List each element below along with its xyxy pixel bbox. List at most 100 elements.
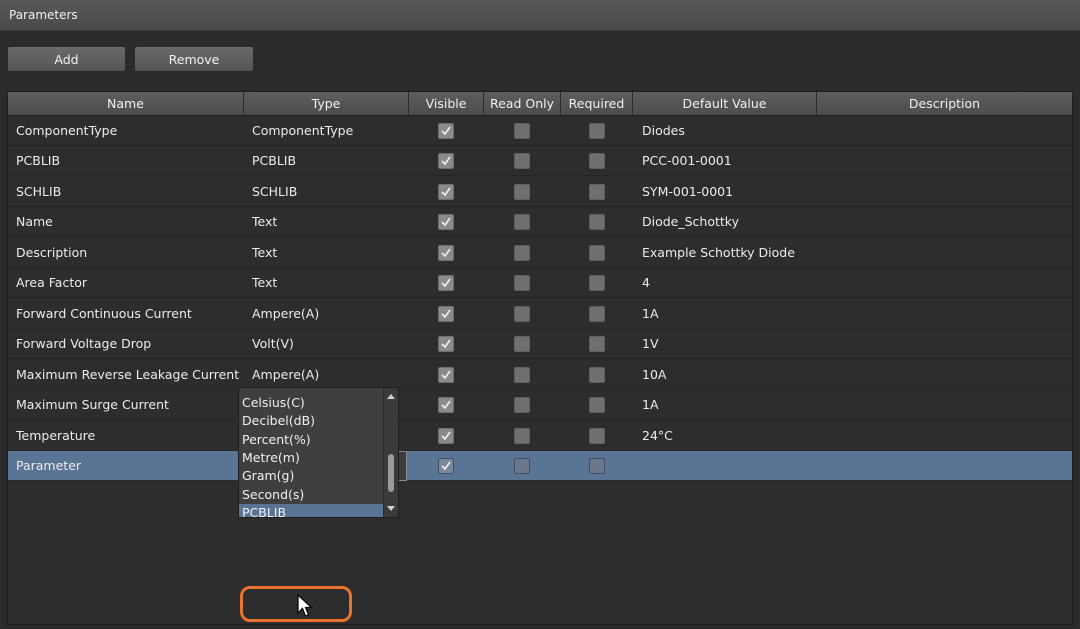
- table-row[interactable]: Maximum Surge CurrentAmpere(A)1A: [8, 390, 1072, 421]
- table-row[interactable]: Name Text Diode_Schottky: [8, 207, 1072, 238]
- cell-description[interactable]: [826, 146, 1066, 176]
- read-only-checkbox[interactable]: [514, 244, 530, 261]
- required-checkbox[interactable]: [589, 214, 605, 231]
- read-only-checkbox[interactable]: [514, 305, 530, 322]
- cell-type[interactable]: Text: [252, 207, 402, 237]
- read-only-checkbox[interactable]: [514, 336, 530, 353]
- cell-default-value[interactable]: Example Schottky Diode: [642, 238, 817, 268]
- cell-name[interactable]: Maximum Reverse Leakage Current: [16, 360, 241, 390]
- column-header-type[interactable]: Type: [244, 92, 409, 115]
- read-only-checkbox[interactable]: [514, 397, 530, 414]
- cell-type[interactable]: Text: [252, 238, 402, 268]
- read-only-checkbox[interactable]: [514, 153, 530, 170]
- dropdown-option[interactable]: Metre(m): [239, 449, 383, 467]
- required-checkbox[interactable]: [589, 153, 605, 170]
- cell-description[interactable]: [826, 268, 1066, 298]
- cell-name[interactable]: Forward Voltage Drop: [16, 329, 241, 359]
- required-checkbox[interactable]: [589, 397, 605, 414]
- read-only-checkbox[interactable]: [514, 427, 530, 444]
- dropdown-option[interactable]: PCBLIB: [239, 503, 383, 517]
- required-checkbox[interactable]: [589, 183, 605, 200]
- cell-type[interactable]: Text: [252, 268, 402, 298]
- column-header-default-value[interactable]: Default Value: [633, 92, 817, 115]
- cell-default-value[interactable]: Diode_Schottky: [642, 207, 817, 237]
- cell-name[interactable]: PCBLIB: [16, 146, 241, 176]
- scroll-up-icon[interactable]: [387, 394, 395, 399]
- column-header-read-only[interactable]: Read Only: [484, 92, 561, 115]
- cell-default-value[interactable]: 10A: [642, 360, 817, 390]
- table-row[interactable]: TemperatureCelsius(C)24°C: [8, 421, 1072, 451]
- read-only-checkbox[interactable]: [514, 458, 530, 474]
- visible-checkbox[interactable]: [438, 183, 454, 200]
- visible-checkbox[interactable]: [438, 275, 454, 292]
- cell-default-value[interactable]: SYM-001-0001: [642, 177, 817, 207]
- table-row[interactable]: Description Text Example Schottky Diode: [8, 238, 1072, 268]
- cell-name[interactable]: ComponentType: [16, 116, 241, 146]
- read-only-checkbox[interactable]: [514, 366, 530, 383]
- visible-checkbox[interactable]: [438, 397, 454, 414]
- required-checkbox[interactable]: [589, 366, 605, 383]
- required-checkbox[interactable]: [589, 336, 605, 353]
- visible-checkbox[interactable]: [438, 336, 454, 353]
- dropdown-option[interactable]: Second(s): [239, 486, 383, 504]
- dropdown-option[interactable]: Decibel(dB): [239, 412, 383, 430]
- visible-checkbox[interactable]: [438, 427, 454, 444]
- visible-checkbox[interactable]: [438, 458, 454, 474]
- required-checkbox[interactable]: [589, 123, 605, 139]
- cell-name[interactable]: Maximum Surge Current: [16, 390, 241, 420]
- cell-description[interactable]: [826, 207, 1066, 237]
- cell-description[interactable]: [826, 329, 1066, 359]
- scroll-thumb[interactable]: [388, 454, 394, 492]
- column-header-name[interactable]: Name: [8, 92, 244, 115]
- column-header-description[interactable]: Description: [817, 92, 1072, 115]
- required-checkbox[interactable]: [589, 305, 605, 322]
- read-only-checkbox[interactable]: [514, 275, 530, 292]
- cell-name[interactable]: Parameter: [16, 451, 241, 481]
- cell-description[interactable]: [826, 238, 1066, 268]
- read-only-checkbox[interactable]: [514, 183, 530, 200]
- cell-default-value[interactable]: 24°C: [642, 421, 817, 451]
- cell-default-value[interactable]: 1A: [642, 390, 817, 420]
- cell-default-value[interactable]: 1V: [642, 329, 817, 359]
- table-row[interactable]: PCBLIB PCBLIB PCC-001-0001: [8, 146, 1072, 177]
- table-row[interactable]: ComponentType ComponentType Diodes: [8, 116, 1072, 146]
- column-header-visible[interactable]: Visible: [409, 92, 484, 115]
- visible-checkbox[interactable]: [438, 153, 454, 170]
- cell-name[interactable]: Description: [16, 238, 241, 268]
- cell-description[interactable]: [826, 360, 1066, 390]
- cell-type[interactable]: Ampere(A): [252, 360, 402, 390]
- type-dropdown-list[interactable]: Celsius(C) Decibel(dB) Percent(%) Metre(m) G…: [238, 387, 399, 518]
- visible-checkbox[interactable]: [438, 214, 454, 231]
- table-row[interactable]: SCHLIB SCHLIB SYM-001-0001: [8, 177, 1072, 207]
- dropdown-option[interactable]: Gram(g): [239, 467, 383, 485]
- table-row[interactable]: Area Factor Text 4: [8, 268, 1072, 299]
- cell-default-value[interactable]: 4: [642, 268, 817, 298]
- required-checkbox[interactable]: [589, 427, 605, 444]
- cell-name[interactable]: Name: [16, 207, 241, 237]
- read-only-checkbox[interactable]: [514, 123, 530, 139]
- cell-name[interactable]: SCHLIB: [16, 177, 241, 207]
- cell-type[interactable]: Ampere(A): [252, 299, 402, 329]
- required-checkbox[interactable]: [589, 458, 605, 474]
- table-row[interactable]: Forward Continuous Current Ampere(A) 1A: [8, 299, 1072, 329]
- cell-default-value[interactable]: 1A: [642, 299, 817, 329]
- visible-checkbox[interactable]: [438, 244, 454, 261]
- table-row[interactable]: Maximum Reverse Leakage Current Ampere(A)…: [8, 360, 1072, 390]
- dropdown-scrollbar[interactable]: [383, 388, 398, 517]
- dropdown-option[interactable]: Celsius(C): [239, 394, 383, 412]
- visible-checkbox[interactable]: [438, 305, 454, 322]
- visible-checkbox[interactable]: [438, 123, 454, 139]
- cell-type[interactable]: ComponentType: [252, 116, 402, 146]
- read-only-checkbox[interactable]: [514, 214, 530, 231]
- cell-description[interactable]: [826, 299, 1066, 329]
- cell-name[interactable]: Temperature: [16, 421, 241, 451]
- cell-type[interactable]: SCHLIB: [252, 177, 402, 207]
- remove-button[interactable]: Remove: [134, 46, 254, 72]
- scroll-down-icon[interactable]: [387, 506, 395, 511]
- cell-default-value[interactable]: PCC-001-0001: [642, 146, 817, 176]
- cell-default-value[interactable]: Diodes: [642, 116, 817, 146]
- required-checkbox[interactable]: [589, 275, 605, 292]
- dropdown-option[interactable]: Percent(%): [239, 431, 383, 449]
- required-checkbox[interactable]: [589, 244, 605, 261]
- visible-checkbox[interactable]: [438, 366, 454, 383]
